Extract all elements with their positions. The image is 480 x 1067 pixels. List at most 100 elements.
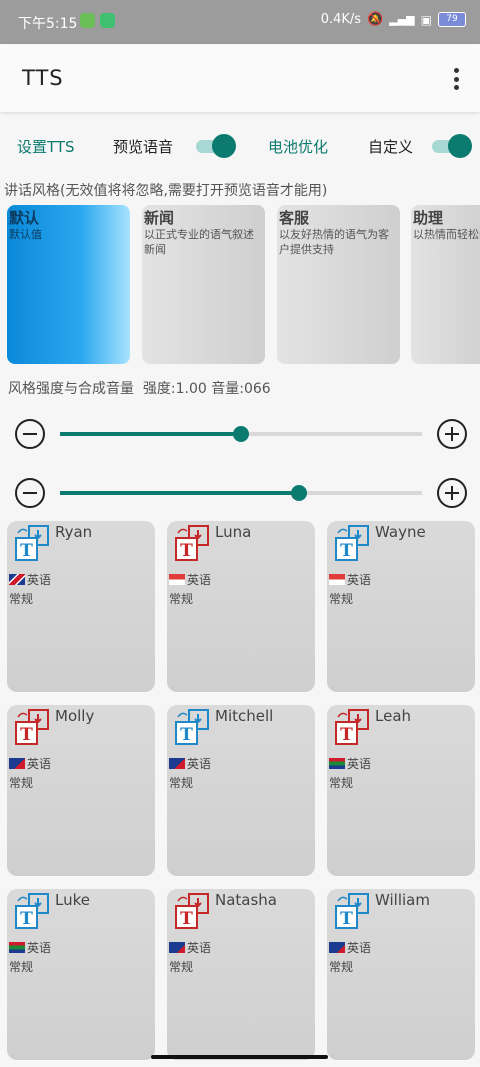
preview-voice-label: 预览语音	[113, 138, 174, 156]
flag-icon	[329, 942, 345, 953]
voice-name: Wayne	[375, 523, 426, 541]
speaking-style-label: 讲话风格(无效值将将忽略,需要打开预览语音才能用)	[4, 183, 328, 199]
voice-name: Luke	[55, 891, 90, 909]
increase-intensity-button[interactable]	[437, 419, 467, 449]
voice-language: 英语	[169, 571, 211, 588]
voice-card-william[interactable]: T William 英语常规	[327, 889, 475, 1060]
voice-style: 常规	[9, 592, 34, 606]
voice-language: 英语	[329, 755, 371, 772]
intensity-slider-row	[0, 419, 480, 455]
wrench-app-icon	[100, 13, 115, 28]
text-to-speech-icon: T	[335, 709, 369, 745]
voice-language: 英语	[9, 939, 51, 956]
flag-icon	[169, 574, 185, 585]
svg-text:T: T	[20, 541, 33, 561]
voice-card-molly[interactable]: T Molly 英语常规	[7, 705, 155, 876]
text-to-speech-icon: T	[175, 893, 209, 929]
text-to-speech-icon: T	[335, 893, 369, 929]
voice-card-leah[interactable]: T Leah 英语常规	[327, 705, 475, 876]
style-card-news[interactable]: 新闻 以正式专业的语气叙述新闻	[142, 205, 265, 364]
style-title: 客服	[279, 209, 310, 227]
voice-style: 常规	[9, 960, 34, 974]
voice-style: 常规	[169, 776, 194, 790]
voice-name: William	[375, 891, 430, 909]
voice-style: 常规	[169, 960, 194, 974]
flag-icon	[329, 574, 345, 585]
voice-name: Mitchell	[215, 707, 274, 725]
voice-style: 常规	[9, 776, 34, 790]
voice-card-luna[interactable]: T Luna 英语常规	[167, 521, 315, 692]
text-to-speech-icon: T	[335, 525, 369, 561]
voice-language: 英语	[329, 939, 371, 956]
voice-language: 英语	[329, 571, 371, 588]
flag-icon	[169, 758, 185, 769]
style-desc: 以正式专业的语气叙述新闻	[144, 228, 254, 256]
volume-slider[interactable]	[60, 485, 422, 501]
increase-volume-button[interactable]	[437, 478, 467, 508]
flag-icon	[9, 574, 25, 585]
decrease-volume-button[interactable]	[15, 478, 45, 508]
signal-icon: ▂▄▆	[389, 13, 415, 26]
network-speed: 0.4K/s	[320, 12, 362, 27]
style-title: 助理	[413, 209, 444, 227]
text-to-speech-icon: T	[15, 893, 49, 929]
voice-card-luke[interactable]: T Luke 英语常规	[7, 889, 155, 1060]
voice-card-mitchell[interactable]: T Mitchell 英语 常规	[167, 705, 315, 876]
style-list: 默认 默认值 新闻 以正式专业的语气叙述新闻 客服 以友好热情的语气为客户提供支…	[7, 205, 480, 365]
app-bar: TTS	[0, 44, 480, 112]
style-card-assistant[interactable]: 助理 以热情而轻松的语气对数字助理讲话	[411, 205, 480, 364]
svg-text:T: T	[340, 725, 353, 745]
svg-text:T: T	[180, 725, 193, 745]
flag-icon	[169, 942, 185, 953]
volume-slider-thumb[interactable]	[290, 485, 307, 501]
svg-text:T: T	[340, 541, 353, 561]
settings-tts-button[interactable]: 设置TTS	[17, 136, 75, 157]
more-menu-icon[interactable]	[452, 68, 460, 90]
preview-voice-toggle[interactable]	[194, 134, 236, 158]
voice-language: 英语	[169, 939, 211, 956]
svg-text:T: T	[180, 909, 193, 929]
status-time: 下午5:15	[18, 16, 78, 32]
custom-toggle[interactable]	[430, 134, 472, 158]
voice-card-natasha[interactable]: T Natasha 英语常规	[167, 889, 315, 1060]
top-controls: 设置TTS 预览语音 电池优化 自定义	[0, 132, 480, 160]
wifi-icon: ▣	[420, 12, 432, 27]
voice-style: 常规	[329, 776, 354, 790]
style-desc: 以热情而轻松的语气对数字助理讲话	[413, 228, 480, 241]
voice-name: Luna	[215, 523, 252, 541]
style-desc: 以友好热情的语气为客户提供支持	[279, 228, 389, 256]
voice-card-ryan[interactable]: T Ryan 英语 常规	[7, 521, 155, 692]
svg-text:T: T	[20, 725, 33, 745]
voice-language: 英语	[9, 571, 51, 588]
text-to-speech-icon: T	[15, 525, 49, 561]
style-card-customer-service[interactable]: 客服 以友好热情的语气为客户提供支持	[277, 205, 400, 364]
text-to-speech-icon: T	[15, 709, 49, 745]
style-title: 默认	[9, 209, 40, 227]
text-to-speech-icon: T	[175, 525, 209, 561]
voice-language: 英语	[9, 755, 51, 772]
intensity-slider[interactable]	[60, 426, 422, 442]
status-bar: 下午5:15 0.4K/s 🔕 ▂▄▆ ▣ 79	[0, 0, 480, 44]
home-indicator[interactable]	[151, 1055, 328, 1059]
flag-icon	[9, 758, 25, 769]
text-to-speech-icon: T	[175, 709, 209, 745]
voice-name: Molly	[55, 707, 95, 725]
voice-name: Leah	[375, 707, 412, 725]
page-title: TTS	[22, 66, 64, 90]
style-card-default[interactable]: 默认 默认值	[7, 205, 130, 364]
volume-slider-row	[0, 478, 480, 514]
decrease-intensity-button[interactable]	[15, 419, 45, 449]
voice-name: Natasha	[215, 891, 277, 909]
custom-label: 自定义	[368, 138, 414, 156]
intensity-slider-thumb[interactable]	[233, 426, 249, 442]
voice-card-wayne[interactable]: T Wayne 英语常规	[327, 521, 475, 692]
battery-optimization-button[interactable]: 电池优化	[268, 136, 328, 157]
voice-style: 常规	[329, 960, 354, 974]
svg-text:T: T	[340, 909, 353, 929]
voice-style: 常规	[329, 592, 354, 606]
voice-style: 常规	[169, 592, 194, 606]
android-icon	[80, 13, 95, 28]
svg-text:T: T	[20, 909, 33, 929]
style-desc: 默认值	[9, 228, 42, 241]
intensity-volume-label: 风格强度与合成音量 强度:1.00 音量:066	[8, 381, 271, 397]
